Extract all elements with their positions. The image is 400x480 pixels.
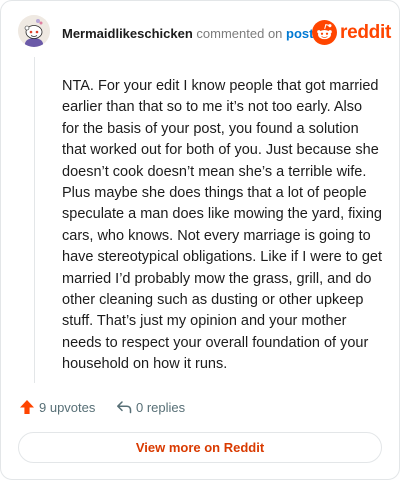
thread-line (34, 57, 35, 383)
reddit-comment-card: Mermaidlikeschicken commented on post re… (0, 0, 400, 480)
comment-body: NTA. For your edit I know people that go… (62, 78, 382, 373)
replies-count[interactable]: 0 replies (116, 399, 185, 415)
comment-header: Mermaidlikeschicken commented on post (62, 26, 314, 41)
reply-arrow-icon (117, 401, 132, 414)
upvotes-label: 9 upvotes (39, 399, 96, 415)
username-link[interactable]: Mermaidlikeschicken (62, 26, 193, 41)
reddit-snoo-icon (312, 20, 337, 45)
reddit-wordmark: reddit (340, 21, 391, 43)
upvotes-count[interactable]: 9 upvotes (19, 399, 95, 415)
post-link[interactable]: post (286, 26, 313, 41)
view-more-button[interactable]: View more on Reddit (18, 432, 382, 463)
upvote-arrow-icon (20, 400, 34, 414)
replies-label: 0 replies (136, 399, 186, 415)
user-avatar[interactable] (18, 15, 50, 47)
avatar-snoo-icon (18, 15, 50, 47)
reddit-logo[interactable]: reddit (312, 20, 391, 45)
commented-on-text: commented on (196, 26, 283, 41)
